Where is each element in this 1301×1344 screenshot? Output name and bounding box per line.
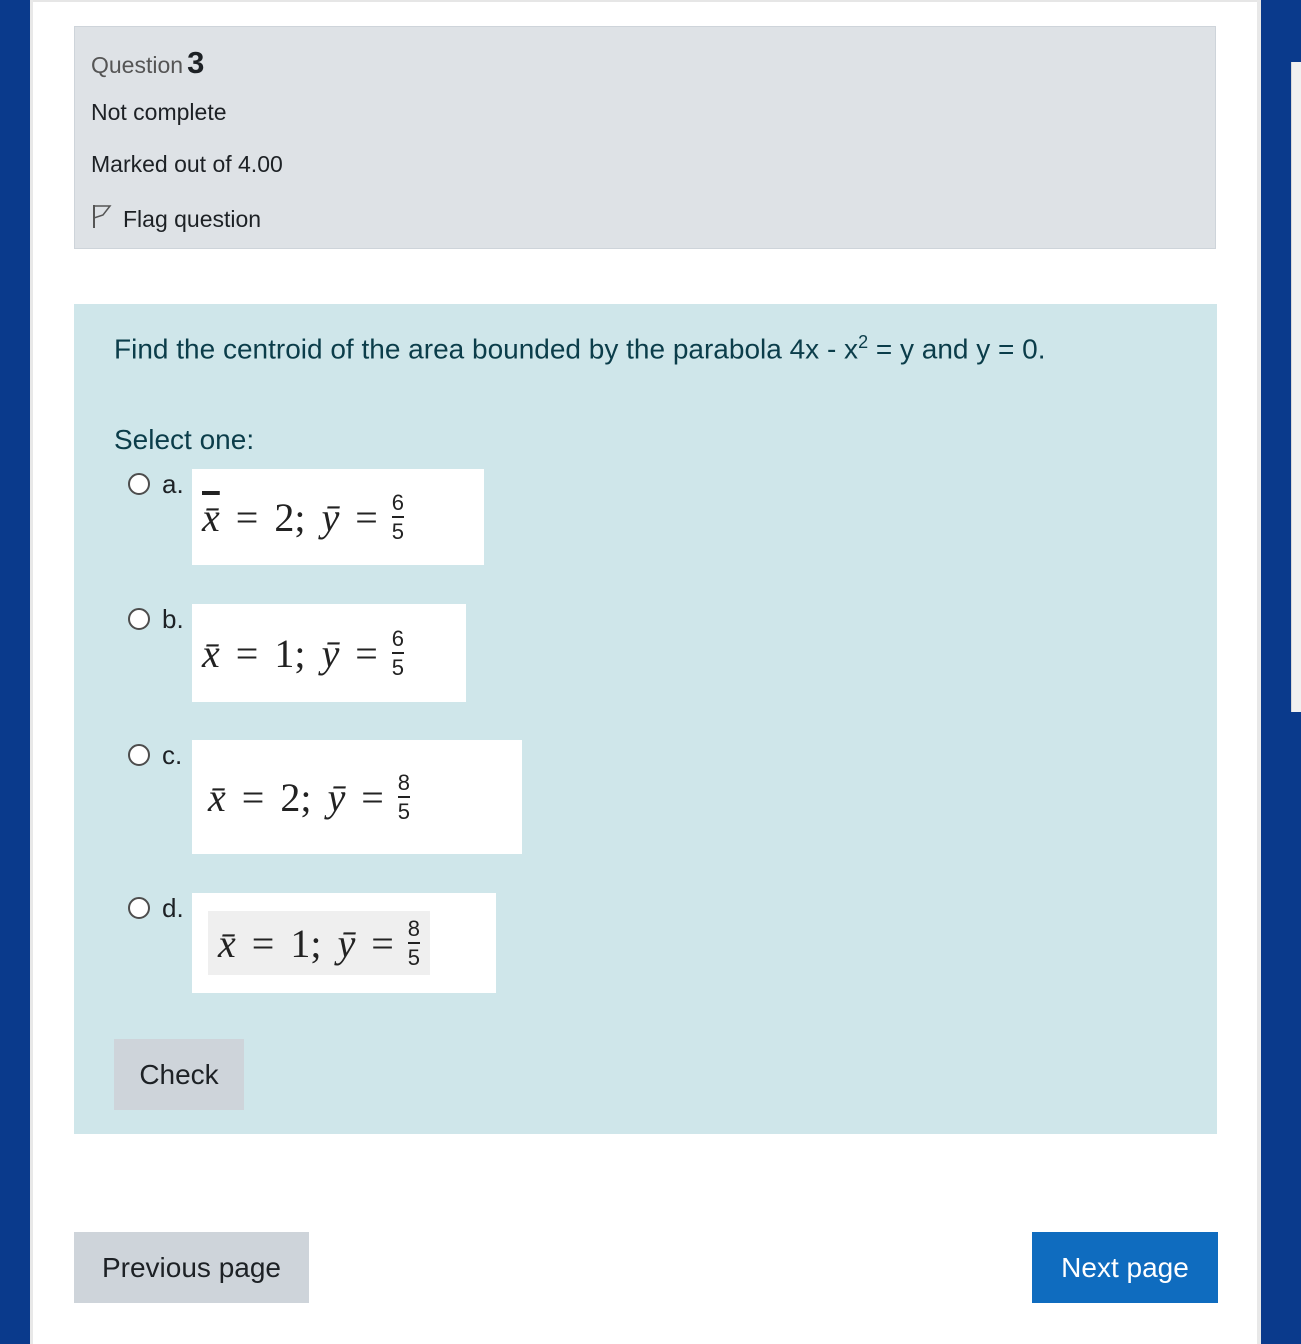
check-button[interactable]: Check — [114, 1039, 244, 1110]
answer-option-a[interactable]: a. x̄ = 2; ȳ = 65 — [128, 469, 484, 565]
flag-question-toggle[interactable]: Flag question — [91, 203, 261, 235]
flag-question-label: Flag question — [123, 205, 262, 232]
radio-option-b[interactable] — [128, 608, 150, 630]
scrollbar[interactable] — [1291, 62, 1301, 712]
option-letter: c. — [162, 740, 183, 770]
option-letter: a. — [162, 469, 184, 499]
question-grade: Marked out of 4.00 — [91, 151, 283, 177]
top-border — [33, 0, 1257, 2]
question-number: Question 3 — [91, 45, 204, 81]
question-formulation: Find the centroid of the area bounded by… — [74, 304, 1217, 1134]
previous-page-button[interactable]: Previous page — [74, 1232, 309, 1303]
flag-icon — [91, 203, 123, 235]
radio-option-d[interactable] — [128, 897, 150, 919]
left-page-border — [0, 0, 33, 1344]
question-label: Question — [91, 52, 184, 78]
question-text: Find the centroid of the area bounded by… — [114, 332, 1046, 365]
option-equation-image: x̄ = 1; ȳ = 65 — [192, 604, 466, 702]
radio-option-c[interactable] — [128, 744, 150, 766]
answer-option-d[interactable]: d. x̄ = 1; ȳ = 85 — [128, 893, 496, 993]
question-number-value: 3 — [187, 45, 205, 80]
radio-option-a[interactable] — [128, 473, 150, 495]
option-equation-image: x̄ = 2; ȳ = 65 — [192, 469, 484, 565]
question-info-panel: Question 3 Not complete Marked out of 4.0… — [74, 26, 1216, 249]
option-equation-image: x̄ = 2; ȳ = 85 — [192, 740, 522, 854]
answer-option-c[interactable]: c. x̄ = 2; ȳ = 85 — [128, 740, 522, 854]
option-letter: b. — [162, 604, 184, 634]
next-page-button[interactable]: Next page — [1032, 1232, 1218, 1303]
select-one-prompt: Select one: — [114, 424, 255, 455]
option-equation-image: x̄ = 1; ȳ = 85 — [192, 893, 496, 993]
answer-option-b[interactable]: b. x̄ = 1; ȳ = 65 — [128, 604, 466, 702]
option-letter: d. — [162, 893, 184, 923]
question-state: Not complete — [91, 99, 227, 125]
